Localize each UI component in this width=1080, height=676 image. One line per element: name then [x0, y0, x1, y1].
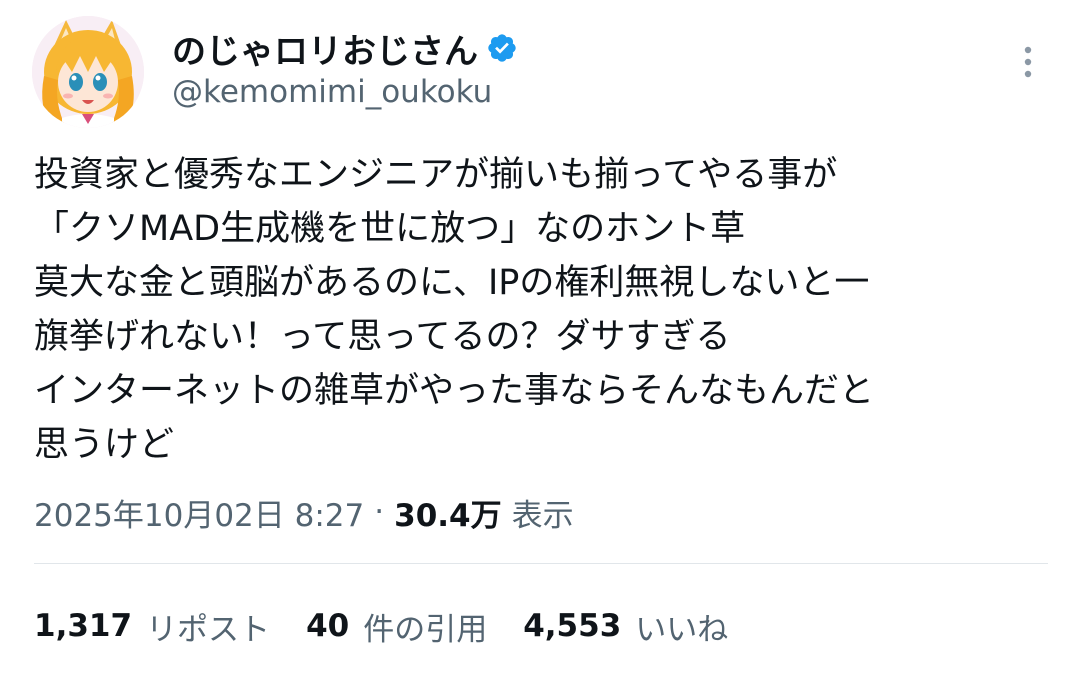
reposts-count: 1,317 [34, 608, 133, 644]
meta-separator: · [374, 494, 385, 530]
views-label: 表示 [511, 497, 574, 534]
tweet-line: 旗挙げれない！って思ってるの？ダサすぎる [34, 317, 731, 357]
views-count: 30.4万 [394, 497, 502, 534]
author-handle[interactable]: @kemomimi_oukoku [172, 74, 492, 110]
quotes-count: 40 [306, 608, 350, 644]
author-name-row: のじゃロリおじさん [172, 24, 518, 72]
tweet-line: 投資家と優秀なエンジニアが揃いも揃ってやる事が [34, 155, 838, 195]
timestamp-link[interactable]: 2025年10月02日 8:27 [34, 490, 364, 535]
tweet-meta: 2025年10月02日 8:27 · 30.4万 表示 [34, 488, 574, 536]
more-options-button[interactable] [1008, 42, 1048, 82]
reposts-stat[interactable]: 1,317 リポスト [34, 604, 270, 649]
reposts-label: リポスト [146, 611, 271, 648]
quotes-label: 件の引用 [363, 611, 488, 648]
verified-badge-icon [488, 34, 516, 62]
avatar[interactable] [32, 16, 144, 128]
tweet-line: 「クソMAD生成機を世に放つ」なのホント草 [34, 209, 746, 249]
display-name[interactable]: のじゃロリおじさん [172, 24, 478, 73]
likes-stat[interactable]: 4,553 いいね [523, 604, 728, 649]
tweet-line: 思うけど [34, 425, 175, 465]
likes-count: 4,553 [523, 608, 622, 644]
tweet-text: 投資家と優秀なエンジニアが揃いも揃ってやる事が 「クソMAD生成機を世に放つ」な… [34, 148, 1054, 472]
quotes-stat[interactable]: 40 件の引用 [306, 604, 487, 649]
likes-label: いいね [635, 611, 729, 648]
more-vertical-icon [1024, 46, 1032, 78]
engagement-stats: 1,317 リポスト 40 件の引用 4,553 いいね [34, 602, 764, 650]
divider [34, 563, 1048, 564]
tweet-line: 莫大な金と頭脳があるのに、IPの権利無視しないと一 [34, 263, 870, 303]
tweet-line: インターネットの雑草がやった事ならそんなもんだと [34, 371, 875, 411]
anime-girl-avatar-image [32, 16, 144, 128]
